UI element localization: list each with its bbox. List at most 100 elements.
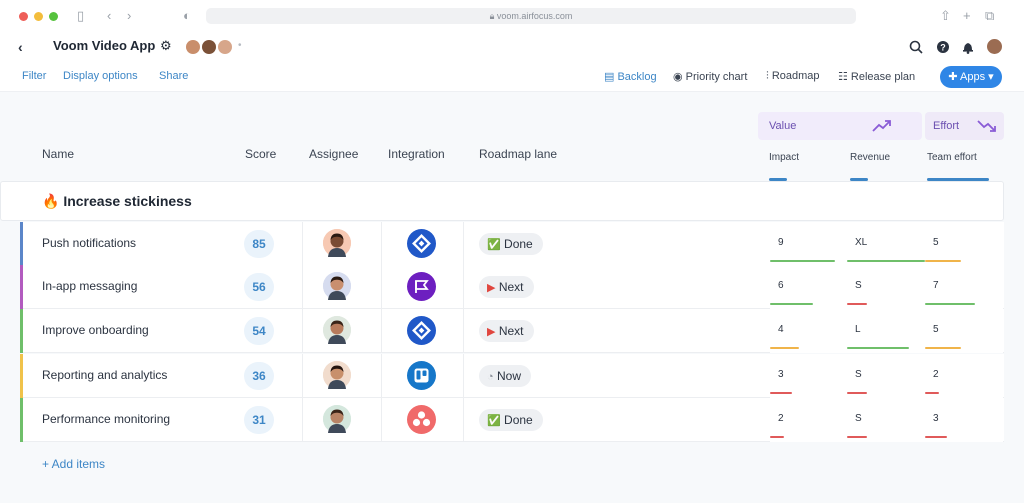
item-name[interactable]: Reporting and analytics — [42, 368, 167, 382]
avatar[interactable] — [186, 40, 200, 54]
share-button[interactable]: Share — [159, 70, 188, 82]
assignee-avatar[interactable] — [323, 316, 351, 344]
share-icon[interactable]: ⇧ — [940, 9, 951, 23]
metric-bar — [925, 303, 975, 305]
revenue-cell[interactable]: S — [847, 354, 925, 398]
roadmap-lane-badge[interactable]: ▶ Next — [479, 320, 534, 342]
column-header-roadmap-lane[interactable]: Roadmap lane — [479, 147, 557, 161]
section-title: 🔥 Increase stickiness — [42, 193, 192, 209]
apps-button[interactable]: ✚ Apps ▾ — [940, 66, 1002, 88]
flag-icon: ▶ — [487, 326, 496, 338]
row-color-marker — [20, 398, 23, 442]
metric-bar — [847, 260, 925, 262]
impact-cell[interactable]: 9 — [770, 222, 848, 266]
fire-icon: 🔥 — [42, 193, 60, 209]
metric-bar — [847, 347, 909, 349]
maximize-window-button[interactable] — [49, 12, 58, 21]
column-header-score[interactable]: Score — [245, 147, 276, 161]
metric-value: XL — [855, 237, 868, 248]
score-badge: 54 — [244, 317, 274, 345]
tabs-overview-icon[interactable]: ⧉ — [985, 9, 994, 23]
score-badge: 31 — [244, 406, 274, 434]
trello-integration-icon[interactable] — [407, 361, 436, 390]
list-icon: ▤ — [604, 71, 618, 83]
revenue-cell[interactable]: S — [847, 265, 925, 309]
column-header-assignee[interactable]: Assignee — [309, 147, 358, 161]
privacy-shield-icon[interactable]: ◐ — [183, 9, 191, 23]
assignee-avatar[interactable] — [323, 361, 351, 389]
divider — [381, 265, 382, 309]
revenue-cell[interactable]: S — [847, 398, 925, 442]
add-items-button[interactable]: + Add items — [42, 457, 105, 471]
notifications-bell-icon[interactable] — [961, 40, 975, 54]
score-badge: 85 — [244, 230, 274, 258]
filter-button[interactable]: Filter — [22, 70, 46, 82]
roadmap-lane-badge[interactable]: ◔ Now — [479, 365, 532, 387]
revenue-cell[interactable]: L — [847, 309, 925, 353]
tab-backlog[interactable]: ▤ Backlog — [604, 70, 657, 83]
metric-bar — [925, 347, 961, 349]
address-bar[interactable]: 🔒︎ voom.airfocus.com — [206, 8, 856, 24]
display-options-button[interactable]: Display options — [63, 70, 138, 82]
minimize-window-button[interactable] — [34, 12, 43, 21]
item-name[interactable]: Push notifications — [42, 236, 136, 250]
browser-forward-icon[interactable]: › — [127, 9, 131, 23]
tab-priority-chart[interactable]: ◉ Priority chart — [673, 70, 747, 83]
clock-icon: ◔ — [487, 371, 494, 383]
assignee-avatar[interactable] — [323, 272, 351, 300]
revenue-cell[interactable]: XL — [847, 222, 925, 266]
column-header-team-effort[interactable]: Team effort — [927, 152, 977, 163]
item-name[interactable]: Performance monitoring — [42, 412, 170, 426]
divider — [302, 398, 303, 442]
browser-back-icon[interactable]: ‹ — [107, 9, 111, 23]
item-name[interactable]: In-app messaging — [42, 279, 137, 293]
assignee-avatar[interactable] — [323, 229, 351, 257]
metric-value: 6 — [778, 280, 784, 291]
checkmark-icon: ✅ — [487, 415, 501, 427]
roadmap-lane-badge[interactable]: ▶ Next — [479, 276, 534, 298]
column-header-impact[interactable]: Impact — [769, 152, 799, 163]
metric-value: 2 — [933, 369, 939, 380]
help-icon[interactable]: ? — [936, 40, 950, 54]
divider — [381, 354, 382, 398]
assignee-avatar[interactable] — [323, 405, 351, 433]
impact-cell[interactable]: 2 — [770, 398, 848, 442]
team-effort-cell[interactable]: 2 — [925, 354, 1003, 398]
impact-cell[interactable]: 3 — [770, 354, 848, 398]
new-tab-icon[interactable]: + — [963, 9, 971, 23]
trending-up-icon — [872, 120, 891, 132]
metric-bar — [847, 436, 867, 438]
roadmap-lane-badge[interactable]: ✅ Done — [479, 409, 543, 431]
back-icon[interactable]: ‹ — [18, 39, 23, 55]
metric-value: S — [855, 369, 862, 380]
column-header-revenue[interactable]: Revenue — [850, 152, 890, 163]
column-header-integration[interactable]: Integration — [388, 147, 445, 161]
jira-integration-icon[interactable] — [407, 316, 436, 345]
asana-integration-icon[interactable] — [407, 405, 436, 434]
user-avatar[interactable] — [987, 39, 1002, 54]
team-effort-cell[interactable]: 5 — [925, 222, 1003, 266]
column-header-name[interactable]: Name — [42, 147, 74, 161]
close-window-button[interactable] — [19, 12, 28, 21]
gear-icon[interactable]: ⚙ — [160, 38, 172, 54]
team-effort-cell[interactable]: 3 — [925, 398, 1003, 442]
team-effort-cell[interactable]: 7 — [925, 265, 1003, 309]
tab-release-plan[interactable]: ☷ Release plan — [838, 70, 915, 83]
metric-bar — [925, 260, 961, 262]
search-icon[interactable] — [909, 40, 923, 54]
avatar[interactable] — [202, 40, 216, 54]
metric-value: 9 — [778, 237, 784, 248]
item-name[interactable]: Improve onboarding — [42, 323, 149, 337]
flag-integration-icon[interactable] — [407, 272, 436, 301]
more-members-icon[interactable]: • — [238, 40, 242, 51]
impact-cell[interactable]: 6 — [770, 265, 848, 309]
team-effort-cell[interactable]: 5 — [925, 309, 1003, 353]
tab-roadmap[interactable]: ⫶ Roadmap — [766, 70, 820, 83]
avatar[interactable] — [218, 40, 232, 54]
roadmap-lane-badge[interactable]: ✅ Done — [479, 233, 543, 255]
jira-integration-icon[interactable] — [407, 229, 436, 258]
row-color-marker — [20, 354, 23, 398]
impact-cell[interactable]: 4 — [770, 309, 848, 353]
sidebar-toggle-icon[interactable]: ▯ — [77, 9, 84, 23]
trending-down-icon — [977, 120, 996, 132]
